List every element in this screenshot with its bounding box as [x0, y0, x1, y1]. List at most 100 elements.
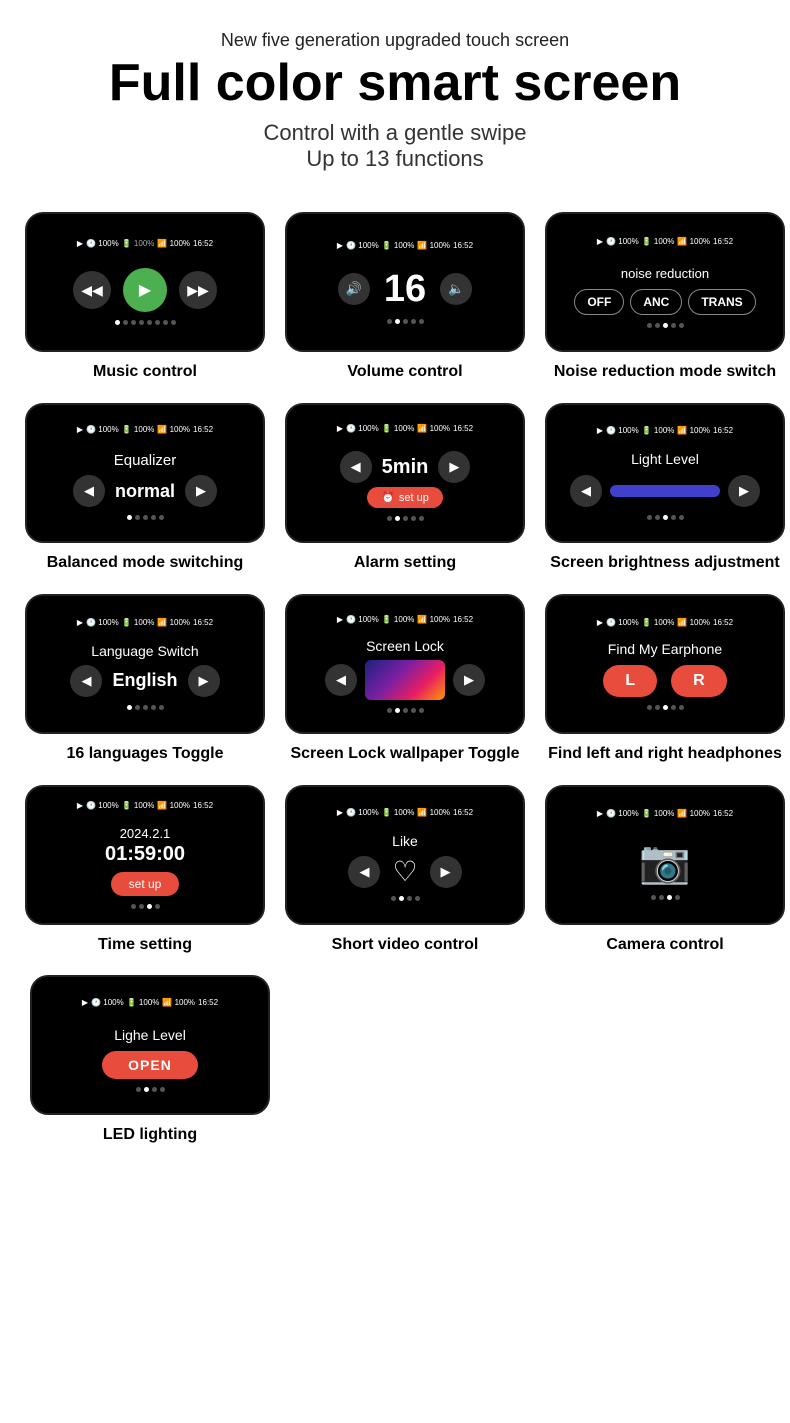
status-bar-led: ▶ 🕐 100% 🔋 100% 📶 100% 16:52 — [32, 998, 268, 1007]
volume-up-button[interactable]: 🔈 — [440, 273, 472, 305]
language-cell: ▶ 🕐 100% 🔋 100% 📶 100% 16:52 Language Sw… — [25, 594, 265, 765]
ts-dots — [131, 904, 160, 909]
fe-dots — [647, 705, 684, 710]
status-bar-ll: ▶ 🕐 100% 🔋 100% 📶 100% 16:52 — [547, 426, 783, 435]
status-bar-sv: ▶ 🕐 100% 🔋 100% 📶 100% 16:52 — [287, 808, 523, 817]
lang-label: Language Switch — [91, 643, 198, 659]
find-earphone-cell: ▶ 🕐 100% 🔋 100% 📶 100% 16:52 Find My Ear… — [545, 594, 785, 765]
ts-time: 01:59:00 — [105, 843, 185, 866]
nr-label: noise reduction — [621, 266, 709, 281]
camera-label: Camera control — [606, 935, 723, 956]
time-setting-screen: ▶ 🕐 100% 🔋 100% 📶 100% 16:52 2024.2.1 01… — [25, 785, 265, 925]
wallpaper-gradient — [365, 660, 445, 700]
volume-control-cell: ▶ 🕐 100% 🔋 100% 📶 100% 16:52 🔊 16 🔈 Volu… — [285, 212, 525, 383]
play-button[interactable]: ▶ — [123, 268, 167, 312]
eq-next-button[interactable]: ▶ — [185, 475, 217, 507]
fe-buttons-row: L R — [603, 665, 726, 697]
alarm-setup-button[interactable]: ⏰ set up — [367, 487, 443, 508]
led-screen: ▶ 🕐 100% 🔋 100% 📶 100% 16:52 Lighe Level… — [30, 975, 270, 1115]
short-video-label: Short video control — [332, 935, 479, 956]
header-tagline2: Up to 13 functions — [20, 146, 770, 172]
lang-val-row: ◀ English ▶ — [70, 665, 219, 697]
camera-icon: 📷 — [639, 838, 691, 887]
music-controls-row: ◀◀ ▶ ▶▶ — [73, 268, 217, 312]
nr-anc-button[interactable]: ANC — [630, 289, 682, 315]
ts-setup-button[interactable]: set up — [111, 872, 180, 896]
find-earphone-screen: ▶ 🕐 100% 🔋 100% 📶 100% 16:52 Find My Ear… — [545, 594, 785, 734]
lang-prev-button[interactable]: ◀ — [70, 665, 102, 697]
nr-trans-button[interactable]: TRANS — [688, 289, 755, 315]
noise-reduction-cell: ▶ 🕐 100% 🔋 100% 📶 100% 16:52 noise reduc… — [545, 212, 785, 383]
eq-value-row: ◀ normal ▶ — [73, 475, 217, 507]
page-header: New five generation upgraded touch scree… — [0, 0, 790, 192]
sl-label: Screen Lock — [366, 638, 444, 654]
volume-control-screen: ▶ 🕐 100% 🔋 100% 📶 100% 16:52 🔊 16 🔈 — [285, 212, 525, 352]
volume-display-row: 🔊 16 🔈 — [338, 268, 472, 311]
lang-dots — [127, 705, 164, 710]
led-open-button[interactable]: OPEN — [102, 1051, 198, 1079]
light-level-screen: ▶ 🕐 100% 🔋 100% 📶 100% 16:52 Light Level… — [545, 403, 785, 543]
volume-down-button[interactable]: 🔊 — [338, 273, 370, 305]
sv-prev-button[interactable]: ◀ — [348, 856, 380, 888]
status-bar-ts: ▶ 🕐 100% 🔋 100% 📶 100% 16:52 — [27, 801, 263, 810]
light-level-label: Screen brightness adjustment — [550, 553, 779, 574]
alarm-cell: ▶ 🕐 100% 🔋 100% 📶 100% 16:52 ◀ 5min ▶ ⏰ … — [285, 403, 525, 574]
sl-next-button[interactable]: ▶ — [453, 664, 485, 696]
led-dots — [136, 1087, 165, 1092]
status-bar-nr: ▶ 🕐 100% 🔋 100% 📶 100% 16:52 — [547, 237, 783, 246]
volume-number: 16 — [384, 268, 426, 311]
ll-label: Light Level — [631, 451, 699, 467]
equalizer-screen: ▶ 🕐 100% 🔋 100% 📶 100% 16:52 Equalizer ◀… — [25, 403, 265, 543]
language-label: 16 languages Toggle — [66, 744, 223, 765]
noise-reduction-label: Noise reduction mode switch — [554, 362, 776, 383]
sv-heart-row: ◀ ♡ ▶ — [348, 855, 461, 888]
nr-off-button[interactable]: OFF — [574, 289, 624, 315]
status-bar-volume: ▶ 🕐 100% 🔋 100% 📶 100% 16:52 — [287, 241, 523, 250]
ll-next-button[interactable]: ▶ — [728, 475, 760, 507]
lang-value: English — [112, 670, 177, 691]
time-setting-label: Time setting — [98, 935, 192, 956]
header-title: Full color smart screen — [20, 55, 770, 112]
short-video-screen: ▶ 🕐 100% 🔋 100% 📶 100% 16:52 Like ◀ ♡ ▶ — [285, 785, 525, 925]
lang-next-button[interactable]: ▶ — [188, 665, 220, 697]
alarm-dots — [387, 516, 424, 521]
ts-date: 2024.2.1 — [120, 826, 171, 841]
ll-bar-row: ◀ ▶ — [570, 475, 760, 507]
find-right-button[interactable]: R — [671, 665, 727, 697]
next-button[interactable]: ▶▶ — [179, 271, 217, 309]
time-setting-cell: ▶ 🕐 100% 🔋 100% 📶 100% 16:52 2024.2.1 01… — [25, 785, 265, 956]
sl-wallpaper-row: ◀ ▶ — [325, 660, 485, 700]
sv-heart-icon: ♡ — [392, 855, 417, 888]
sv-next-button[interactable]: ▶ — [430, 856, 462, 888]
status-bar-eq: ▶ 🕐 100% 🔋 100% 📶 100% 16:52 — [27, 425, 263, 434]
sl-wallpaper — [365, 660, 445, 700]
eq-value: normal — [115, 481, 175, 502]
header-subtitle: New five generation upgraded touch scree… — [20, 30, 770, 51]
nr-buttons-row: OFF ANC TRANS — [574, 289, 755, 315]
fe-label: Find My Earphone — [608, 641, 722, 657]
equalizer-label: Balanced mode switching — [47, 553, 243, 574]
status-bar-music: ▶ 🕐 100% 🔋 100% 📶 100% 16:52 — [27, 239, 263, 248]
alarm-time-value: 5min — [382, 456, 429, 479]
alarm-prev-button[interactable]: ◀ — [340, 451, 372, 483]
status-bar-alarm: ▶ 🕐 100% 🔋 100% 📶 100% 16:52 — [287, 424, 523, 433]
sl-prev-button[interactable]: ◀ — [325, 664, 357, 696]
status-bar-fe: ▶ 🕐 100% 🔋 100% 📶 100% 16:52 — [547, 618, 783, 627]
status-bar-cam: ▶ 🕐 100% 🔋 100% 📶 100% 16:52 — [547, 809, 783, 818]
status-bar-lang: ▶ 🕐 100% 🔋 100% 📶 100% 16:52 — [27, 618, 263, 627]
alarm-next-button[interactable]: ▶ — [438, 451, 470, 483]
alarm-time-row: ◀ 5min ▶ — [340, 451, 471, 483]
ll-prev-button[interactable]: ◀ — [570, 475, 602, 507]
language-screen: ▶ 🕐 100% 🔋 100% 📶 100% 16:52 Language Sw… — [25, 594, 265, 734]
light-level-cell: ▶ 🕐 100% 🔋 100% 📶 100% 16:52 Light Level… — [545, 403, 785, 574]
prev-button[interactable]: ◀◀ — [73, 271, 111, 309]
eq-prev-button[interactable]: ◀ — [73, 475, 105, 507]
camera-cell: ▶ 🕐 100% 🔋 100% 📶 100% 16:52 📷 Camera co… — [545, 785, 785, 956]
equalizer-cell: ▶ 🕐 100% 🔋 100% 📶 100% 16:52 Equalizer ◀… — [25, 403, 265, 574]
music-control-screen: ▶ 🕐 100% 🔋 100% 📶 100% 16:52 ◀◀ ▶ ▶▶ — [25, 212, 265, 352]
cam-dots — [651, 895, 680, 900]
status-bar-sl: ▶ 🕐 100% 🔋 100% 📶 100% 16:52 — [287, 615, 523, 624]
led-cell: ▶ 🕐 100% 🔋 100% 📶 100% 16:52 Lighe Level… — [25, 975, 275, 1146]
sl-dots — [387, 708, 424, 713]
find-left-button[interactable]: L — [603, 665, 657, 697]
